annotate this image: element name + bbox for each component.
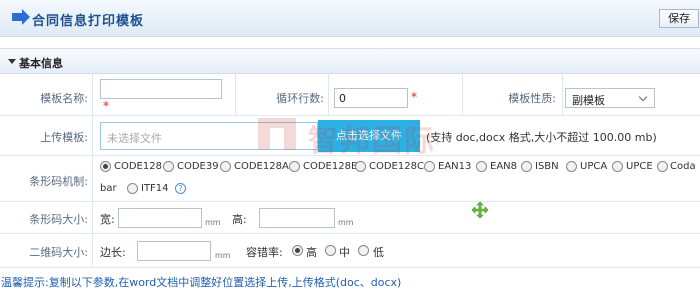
option-isbn: ISBN xyxy=(535,161,559,172)
option-itf14: ITF14 xyxy=(141,183,169,194)
option-code128: CODE128 xyxy=(114,161,162,172)
option-upca: UPCA xyxy=(580,161,608,172)
barcode-width-input[interactable] xyxy=(118,208,202,228)
watermark-logo-icon xyxy=(258,118,296,150)
template-name-label: 模板名称: xyxy=(40,92,88,105)
radio-ecc-medium[interactable] xyxy=(325,245,336,256)
width-label: 宽: xyxy=(100,213,115,226)
tip-text: 温馨提示:复制以下参数,在word文档中调整好位置选择上传,上传格式(doc、d… xyxy=(1,276,402,289)
watermark-logo: 智邦国际 xyxy=(256,114,456,159)
upload-label: 上传模板: xyxy=(40,131,88,144)
radio-isbn[interactable] xyxy=(521,161,532,172)
option-upce: UPCE xyxy=(626,161,653,172)
row-barcode-size: 条形码大小: 宽: mm 高: mm xyxy=(0,202,700,234)
required-mark: * xyxy=(411,90,417,104)
option-code39: CODE39 xyxy=(177,161,219,172)
radio-itf14[interactable] xyxy=(127,183,138,194)
question-icon[interactable]: ? xyxy=(175,183,186,194)
qrcode-side-input[interactable] xyxy=(137,241,211,261)
template-type-select[interactable]: 副模板 xyxy=(565,88,655,108)
option-ean8: EAN8 xyxy=(490,161,518,172)
row-template-name: 模板名称: * 循环行数: * 模板性质: 副模板 xyxy=(0,74,700,116)
unit-mm: mm xyxy=(205,218,221,227)
section-header-basic-info[interactable]: 基本信息 xyxy=(0,48,700,74)
template-type-label: 模板性质: xyxy=(508,92,556,105)
file-placeholder: 未选择文件 xyxy=(107,132,162,145)
loop-rows-label: 循环行数: xyxy=(276,92,324,105)
ecc-option-low: 低 xyxy=(373,246,384,259)
radio-ean13[interactable] xyxy=(424,161,435,172)
required-mark: * xyxy=(103,99,109,113)
radio-upca[interactable] xyxy=(566,161,577,172)
radio-code39[interactable] xyxy=(163,161,174,172)
move-icon xyxy=(471,201,489,219)
loop-rows-input[interactable] xyxy=(334,88,408,108)
option-coda: Coda xyxy=(670,161,696,172)
unit-mm: mm xyxy=(215,251,231,260)
radio-code128b[interactable] xyxy=(289,161,300,172)
barcode-height-input[interactable] xyxy=(259,208,335,228)
option-ean13: EAN13 xyxy=(438,161,472,172)
radio-code128[interactable] xyxy=(100,161,111,172)
qrcode-size-label: 二维码大小: xyxy=(29,246,88,259)
option-code128a: CODE128A xyxy=(234,161,289,172)
ecc-option-medium: 中 xyxy=(339,246,350,259)
arrow-right-icon xyxy=(12,9,30,25)
radio-ean8[interactable] xyxy=(476,161,487,172)
height-label: 高: xyxy=(232,213,247,226)
option-code128c: CODE128C xyxy=(369,161,424,172)
barcode-size-label: 条形码大小: xyxy=(29,213,88,226)
page-title: 合同信息打印模板 xyxy=(32,14,145,29)
unit-mm: mm xyxy=(338,218,354,227)
radio-ecc-low[interactable] xyxy=(358,245,369,256)
template-name-input[interactable] xyxy=(100,79,222,99)
radio-ecc-high[interactable] xyxy=(292,245,303,256)
save-button[interactable]: 保存 xyxy=(659,9,699,28)
title-bar: 合同信息打印模板 保存 xyxy=(0,0,700,37)
upload-hint: (支持 doc,docx 格式,大小不超过 100.00 mb) xyxy=(426,131,657,144)
watermark-text: 智邦国际 xyxy=(308,124,436,159)
collapse-triangle-icon[interactable] xyxy=(8,59,16,64)
row-qrcode-size: 二维码大小: 边长: mm 容错率: 高 中 低 xyxy=(0,234,700,268)
radio-code128c[interactable] xyxy=(355,161,366,172)
option-bar: bar xyxy=(100,183,117,194)
side-label: 边长: xyxy=(100,246,126,259)
radio-upce[interactable] xyxy=(612,161,623,172)
ecc-label: 容错率: xyxy=(246,246,283,259)
ecc-option-high: 高 xyxy=(306,246,317,259)
row-barcode-type: 条形码机制: CODE128 CODE39 CODE128A CODE128B … xyxy=(0,156,700,202)
option-code128b: CODE128B xyxy=(303,161,358,172)
template-type-value: 副模板 xyxy=(572,94,605,107)
section-title: 基本信息 xyxy=(19,57,63,70)
chevron-down-icon xyxy=(638,92,648,102)
barcode-type-label: 条形码机制: xyxy=(29,175,88,188)
radio-codabar[interactable] xyxy=(657,161,668,172)
radio-code128a[interactable] xyxy=(220,161,231,172)
